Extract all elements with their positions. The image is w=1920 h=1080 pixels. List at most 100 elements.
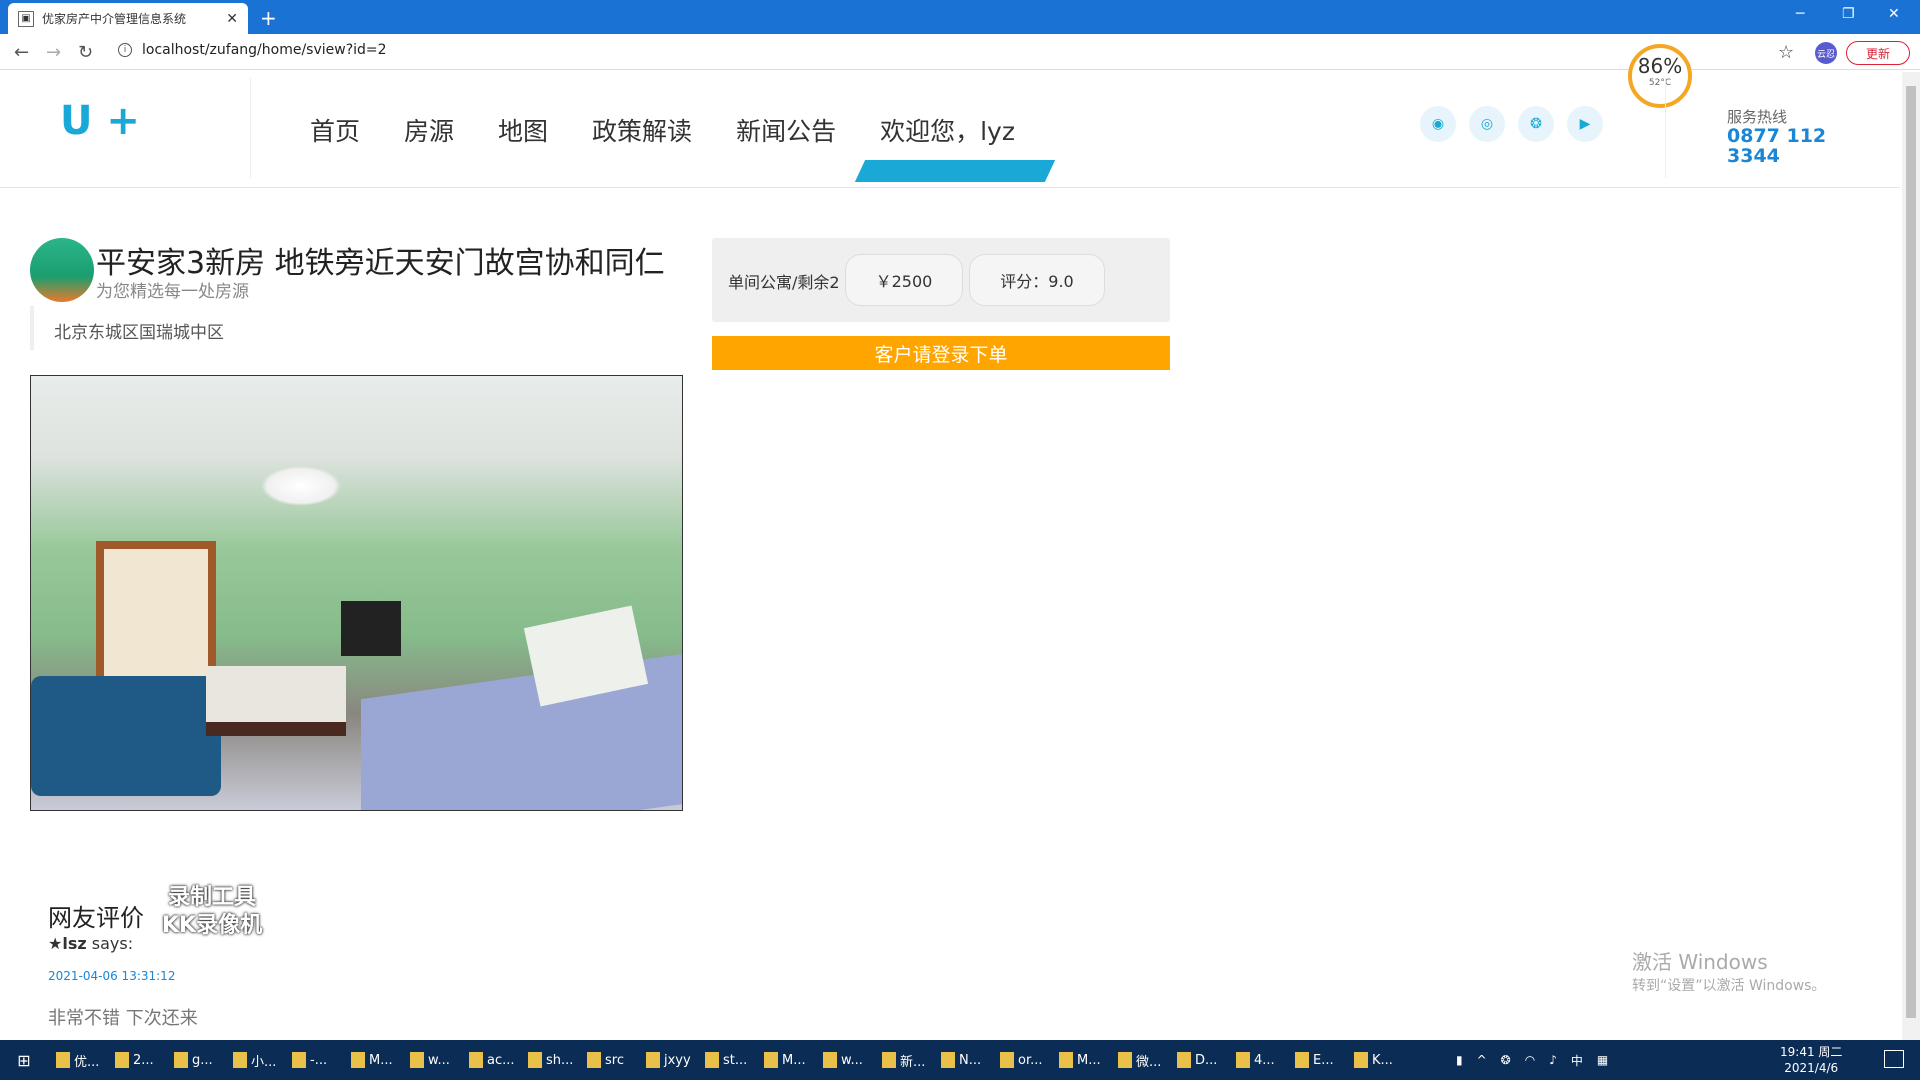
nav-map[interactable]: 地图 <box>498 112 548 148</box>
taskbar-apps: 优... 2... g... 小... -... M... w... ac... sh... sr… <box>48 1051 1405 1070</box>
network-icon[interactable]: ◠ <box>1525 1053 1535 1067</box>
url-text: localhost/zufang/home/sview?id=2 <box>142 42 387 58</box>
close-window-icon[interactable]: ✕ <box>1888 6 1900 22</box>
browser-tab[interactable]: ▣ 优家房产中介管理信息系统 ✕ <box>8 3 248 34</box>
nav-listings[interactable]: 房源 <box>404 112 454 148</box>
taskbar-app[interactable]: w... <box>402 1051 461 1070</box>
url-field[interactable]: i localhost/zufang/home/sview?id=2 <box>118 42 387 58</box>
taskbar-app[interactable]: K... <box>1346 1051 1405 1070</box>
taskbar-app[interactable]: 新... <box>874 1051 933 1070</box>
app-label: K... <box>1372 1052 1393 1068</box>
taskbar-app[interactable]: M... <box>1051 1051 1110 1070</box>
battery-icon[interactable]: ▮ <box>1456 1053 1463 1067</box>
listing-avatar <box>30 238 94 302</box>
app-label: w... <box>841 1052 863 1068</box>
page-favicon-icon: ▣ <box>18 10 34 27</box>
update-button[interactable]: 更新 <box>1846 41 1910 65</box>
app-icon <box>941 1052 955 1068</box>
page-scrollbar[interactable] <box>1902 72 1920 1040</box>
volume-icon[interactable]: ♪ <box>1549 1053 1557 1067</box>
close-tab-icon[interactable]: ✕ <box>226 11 238 27</box>
new-tab-button[interactable]: + <box>260 6 277 30</box>
app-icon <box>469 1052 483 1068</box>
site-info-icon[interactable]: i <box>118 43 132 57</box>
reviews-heading: 网友评价 <box>48 904 144 932</box>
nav-welcome-user[interactable]: 欢迎您，lyz <box>880 112 1015 148</box>
rating-badge: 评分：9.0 <box>969 254 1105 306</box>
app-label: jxyy <box>664 1052 691 1068</box>
app-label: M... <box>369 1052 393 1068</box>
windows-start-icon[interactable]: ⊞ <box>0 1051 48 1070</box>
app-icon <box>823 1052 837 1068</box>
app-icon <box>646 1052 660 1068</box>
header-divider-right <box>1665 78 1666 178</box>
app-label: M... <box>1077 1052 1101 1068</box>
keyboard-icon[interactable]: ▦ <box>1597 1053 1608 1067</box>
reload-icon[interactable]: ↻ <box>78 42 93 63</box>
app-label: D... <box>1195 1052 1218 1068</box>
ime-indicator[interactable]: 中 <box>1571 1052 1583 1069</box>
extension-icon[interactable]: 云忍 <box>1815 42 1837 64</box>
app-icon <box>410 1052 424 1068</box>
taskbar-app[interactable]: D... <box>1169 1051 1228 1070</box>
restore-icon[interactable]: ❐ <box>1842 6 1855 22</box>
wechat-tray-icon[interactable]: ❂ <box>1501 1053 1511 1067</box>
notification-center-icon[interactable] <box>1884 1050 1904 1068</box>
app-icon <box>882 1052 896 1068</box>
nav-news[interactable]: 新闻公告 <box>736 112 836 148</box>
taskbar-app[interactable]: g... <box>166 1051 225 1070</box>
scrollbar-thumb[interactable] <box>1906 86 1916 1018</box>
nav-home[interactable]: 首页 <box>310 112 360 148</box>
taskbar-app[interactable]: ac... <box>461 1051 520 1070</box>
header-divider <box>250 78 251 178</box>
clock-date: 2021/4/6 <box>1784 1061 1839 1075</box>
taskbar-clock[interactable]: 19:41 周二 2021/4/6 <box>1780 1044 1842 1076</box>
listing-title: 平安家3新房 地铁旁近天安门故宫协和同仁 <box>96 246 665 281</box>
app-icon <box>56 1052 70 1068</box>
taskbar-app[interactable]: M... <box>343 1051 402 1070</box>
taskbar-app[interactable]: N... <box>933 1051 992 1070</box>
activate-hint: 转到“设置”以激活 Windows。 <box>1632 978 1826 994</box>
taskbar-app[interactable]: sh... <box>520 1051 579 1070</box>
qq-icon[interactable]: ◉ <box>1420 106 1456 142</box>
site-logo[interactable]: U + <box>60 98 140 144</box>
login-to-order-button[interactable]: 客户请登录下单 <box>712 336 1170 370</box>
app-icon <box>174 1052 188 1068</box>
system-tray: ▮ ^ ❂ ◠ ♪ 中 ▦ <box>1456 1040 1608 1080</box>
taskbar-app[interactable]: M... <box>756 1051 815 1070</box>
taskbar-app[interactable]: src <box>579 1051 638 1070</box>
app-label: 2... <box>133 1052 154 1068</box>
back-icon[interactable]: ← <box>14 42 29 63</box>
taskbar-app[interactable]: st... <box>697 1051 756 1070</box>
taskbar-app[interactable]: jxyy <box>638 1051 697 1070</box>
taskbar-app[interactable]: 2... <box>107 1051 166 1070</box>
taskbar-app[interactable]: 微... <box>1110 1051 1169 1070</box>
app-label: w... <box>428 1052 450 1068</box>
photo-tv <box>341 601 401 656</box>
watermark-line-1: 录制工具 <box>168 885 257 910</box>
taskbar-app[interactable]: -... <box>284 1051 343 1070</box>
taskbar-app[interactable]: 小... <box>225 1051 284 1070</box>
app-icon <box>1354 1052 1368 1068</box>
nav-policy[interactable]: 政策解读 <box>592 112 692 148</box>
video-icon[interactable]: ▶ <box>1567 106 1603 142</box>
app-icon <box>1059 1052 1073 1068</box>
review-username: lsz <box>62 934 87 953</box>
forward-icon[interactable]: → <box>46 42 61 63</box>
bookmark-star-icon[interactable]: ☆ <box>1778 42 1794 63</box>
review-author: ★lsz says: <box>48 934 133 953</box>
app-label: 小... <box>251 1054 277 1070</box>
taskbar-app[interactable]: 4... <box>1228 1051 1287 1070</box>
weibo-icon[interactable]: ◎ <box>1469 106 1505 142</box>
recorder-watermark: 录制工具 KK录像机 <box>162 884 262 940</box>
windows-taskbar: ⊞ 优... 2... g... 小... -... M... w... ac... sh...… <box>0 1040 1920 1080</box>
wechat-icon[interactable]: ❂ <box>1518 106 1554 142</box>
taskbar-app[interactable]: or... <box>992 1051 1051 1070</box>
activate-title: 激活 Windows <box>1632 950 1768 974</box>
taskbar-app[interactable]: w... <box>815 1051 874 1070</box>
tray-expand-icon[interactable]: ^ <box>1477 1053 1487 1067</box>
listing-photo[interactable] <box>30 375 683 811</box>
taskbar-app[interactable]: 优... <box>48 1051 107 1070</box>
minimize-icon[interactable]: ─ <box>1796 6 1804 22</box>
taskbar-app[interactable]: E... <box>1287 1051 1346 1070</box>
